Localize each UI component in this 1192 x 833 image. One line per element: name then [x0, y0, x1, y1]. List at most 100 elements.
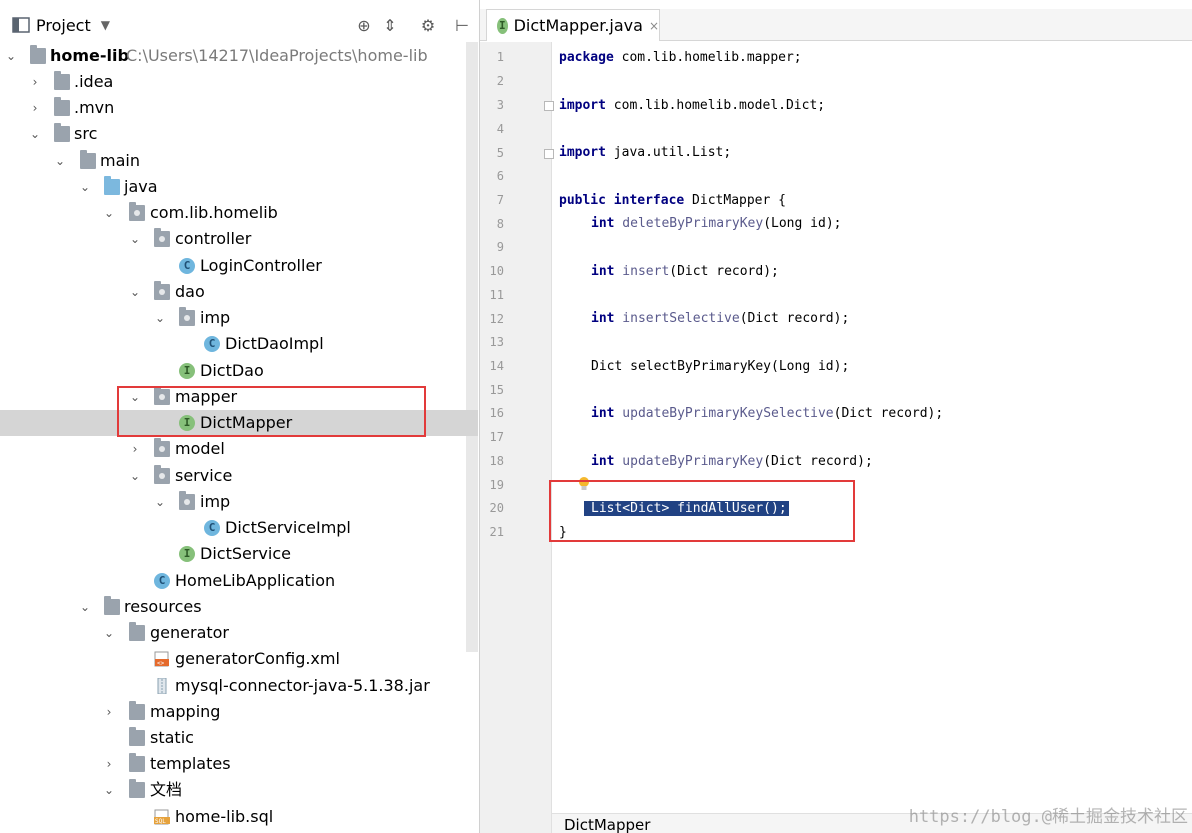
tree-row-idea[interactable]: › .idea	[0, 69, 478, 95]
code-text: java.util.List;	[605, 145, 732, 160]
pin-icon[interactable]: ⊢	[452, 16, 472, 36]
tree-label: templates	[150, 754, 231, 773]
chevron-down-icon[interactable]: ⌄	[51, 151, 69, 171]
tree-row-dict-dao-impl[interactable]: C DictDaoImpl	[0, 331, 478, 357]
chevron-right-icon[interactable]: ›	[26, 72, 44, 92]
tree-row-model[interactable]: › model	[0, 436, 478, 462]
keyword: import	[559, 145, 606, 160]
folder-icon	[129, 727, 145, 746]
keyword: int	[591, 311, 615, 326]
line-number: 3	[496, 98, 504, 112]
tree-row-generator-config[interactable]: <> generatorConfig.xml	[0, 646, 478, 672]
keyword: int	[591, 406, 615, 421]
chevron-down-icon[interactable]: ⌄	[151, 308, 169, 328]
tree-row-service[interactable]: ⌄ service	[0, 463, 478, 489]
svg-text:<>: <>	[157, 660, 165, 667]
line-number: 9	[496, 240, 504, 254]
tree-row-java[interactable]: ⌄ java	[0, 174, 478, 200]
tree-row-dict-dao[interactable]: I DictDao	[0, 358, 478, 384]
tree-row-mysql-jar[interactable]: mysql-connector-java-5.1.38.jar	[0, 673, 478, 699]
code-text: (Long id);	[763, 216, 842, 231]
close-icon[interactable]: ×	[649, 19, 659, 33]
annotation-highlight-box	[549, 480, 855, 542]
tree-row-docs[interactable]: ⌄ 文档	[0, 777, 478, 803]
tree-row-package[interactable]: ⌄ com.lib.homelib	[0, 200, 478, 226]
tree-row-sql-file[interactable]: SQL home-lib.sql	[0, 804, 478, 830]
project-title: Project	[36, 15, 91, 35]
method-name: updateByPrimaryKeySelective	[614, 406, 834, 421]
method-name: deleteByPrimaryKey	[614, 216, 764, 231]
package-icon	[179, 491, 195, 510]
tree-label: controller	[175, 229, 252, 248]
tree-label: main	[100, 151, 140, 170]
tree-row-dict-service-impl[interactable]: C DictServiceImpl	[0, 515, 478, 541]
root-path: C:\Users\14217\IdeaProjects\home-lib	[126, 46, 428, 65]
chevron-down-icon[interactable]: ⌄	[76, 177, 94, 197]
tree-row-controller[interactable]: ⌄ controller	[0, 226, 478, 252]
tree-row-resources[interactable]: ⌄ resources	[0, 594, 478, 620]
package-icon	[154, 281, 170, 300]
tree-row-mapping[interactable]: › mapping	[0, 699, 478, 725]
code-line-7: public interface DictMapper {	[559, 191, 786, 211]
collapse-icon[interactable]: ⇕	[380, 16, 400, 36]
tree-row-dao[interactable]: ⌄ dao	[0, 279, 478, 305]
tree-row-src[interactable]: ⌄ src	[0, 121, 478, 147]
chevron-down-icon[interactable]: ⌄	[100, 203, 118, 223]
chevron-down-icon[interactable]: ⌄	[26, 124, 44, 144]
source-folder-icon	[104, 176, 120, 195]
chevron-right-icon[interactable]: ›	[100, 754, 118, 774]
chevron-down-icon[interactable]: ⌄	[151, 492, 169, 512]
tree-row-app[interactable]: C HomeLibApplication	[0, 568, 478, 594]
chevron-down-icon[interactable]: ⌄	[100, 780, 118, 800]
tree-row-static[interactable]: static	[0, 725, 478, 751]
code-text: com.lib.homelib.mapper;	[613, 50, 802, 65]
chevron-down-icon[interactable]: ⌄	[126, 466, 144, 486]
folder-icon	[129, 701, 145, 720]
chevron-right-icon[interactable]: ›	[100, 702, 118, 722]
project-tool-window: Project ▼ ⊕ ⇕ ⚙ ⊢ ⌄ home-lib C:\Users\14…	[0, 0, 480, 833]
line-number: 21	[489, 525, 504, 539]
tree-row-dict-service[interactable]: I DictService	[0, 541, 478, 567]
code-text: (Dict record);	[833, 406, 944, 421]
chevron-right-icon[interactable]: ›	[26, 98, 44, 118]
tree-row-mvn[interactable]: › .mvn	[0, 95, 478, 121]
tree-label: com.lib.homelib	[150, 203, 278, 222]
folder-icon	[54, 97, 70, 116]
chevron-down-icon[interactable]: ▼	[101, 18, 110, 32]
line-number: 13	[489, 335, 504, 349]
crosshair-icon[interactable]: ⊕	[354, 16, 374, 36]
folder-icon	[54, 71, 70, 90]
tree-label: DictService	[200, 544, 291, 563]
chevron-down-icon[interactable]: ⌄	[126, 229, 144, 249]
chevron-down-icon[interactable]: ⌄	[2, 46, 20, 66]
breadcrumb-item[interactable]: DictMapper	[564, 816, 650, 833]
class-icon: C	[204, 520, 220, 536]
tree-row-dao-imp[interactable]: ⌄ imp	[0, 305, 478, 331]
gear-icon[interactable]: ⚙	[418, 16, 438, 36]
package-icon	[154, 438, 170, 457]
code-area[interactable]: package com.lib.homelib.mapper; import c…	[552, 42, 1192, 833]
code-line-10: int insert(Dict record);	[591, 262, 779, 282]
code-text: DictMapper {	[684, 193, 786, 208]
tab-label: DictMapper.java	[513, 16, 643, 35]
editor: I DictMapper.java × 1 2 3 4 5 6 7 8 9 10…	[480, 0, 1192, 833]
line-number: 14	[489, 359, 504, 373]
chevron-right-icon[interactable]: ›	[126, 439, 144, 459]
tree-row-templates[interactable]: › templates	[0, 751, 478, 777]
chevron-down-icon[interactable]: ⌄	[100, 623, 118, 643]
tree-row-main[interactable]: ⌄ main	[0, 148, 478, 174]
interface-icon: I	[179, 546, 195, 562]
chevron-down-icon[interactable]: ⌄	[126, 282, 144, 302]
tree-row-generator[interactable]: ⌄ generator	[0, 620, 478, 646]
chevron-down-icon[interactable]: ⌄	[76, 597, 94, 617]
tab-dict-mapper[interactable]: I DictMapper.java ×	[486, 9, 660, 41]
tree-row-service-imp[interactable]: ⌄ imp	[0, 489, 478, 515]
root-label: home-lib	[50, 46, 129, 65]
tree-label: generator	[150, 623, 230, 642]
annotation-highlight-box	[117, 386, 426, 437]
keyword: int	[591, 454, 615, 469]
method-name: insertSelective	[614, 311, 740, 326]
tree-row-root[interactable]: ⌄ home-lib C:\Users\14217\IdeaProjects\h…	[0, 43, 478, 69]
tree-row-login-controller[interactable]: C LoginController	[0, 253, 478, 279]
project-view-selector[interactable]: Project ▼	[12, 9, 110, 41]
